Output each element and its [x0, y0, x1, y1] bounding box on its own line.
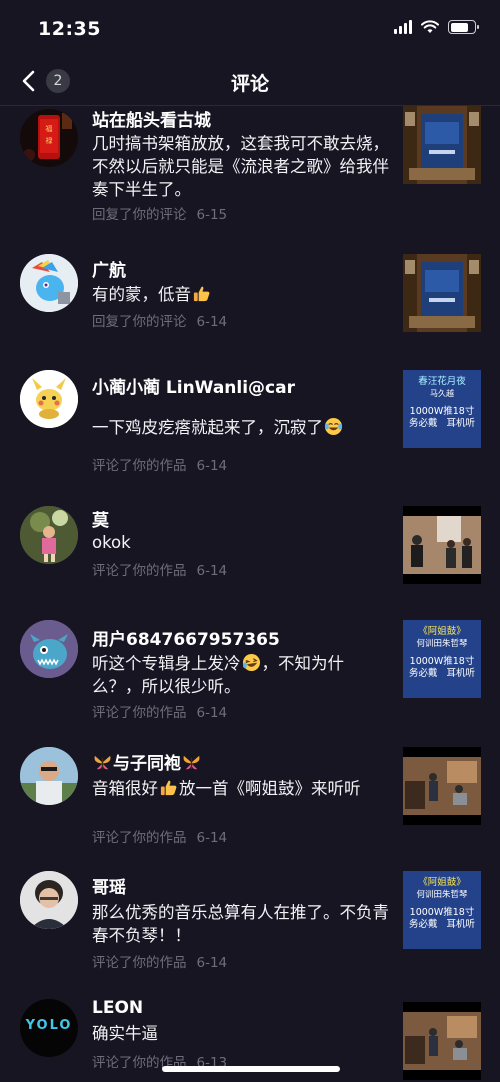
comment-item[interactable]: 莫 okok 评论了你的作品 6-14 — [0, 506, 500, 606]
child-photo-avatar-icon — [20, 506, 78, 564]
page-title: 评论 — [230, 73, 269, 95]
stage-poster-thumbnail — [403, 106, 481, 184]
avatar[interactable]: 福 禄 — [20, 109, 78, 167]
comment-text: okok — [92, 533, 131, 552]
comment-meta: 评论了你的作品 6-14 — [92, 951, 227, 971]
comment-date: 6-14 — [196, 705, 228, 721]
woman-photo-avatar-icon — [20, 871, 78, 929]
butterfly-emoji-icon — [94, 755, 111, 770]
comment-item[interactable]: 小蔺小蔺 LinWanli@car 一下鸡皮疙瘩就起来了，沉寂了 评论了你的作品… — [0, 370, 500, 480]
nav-bar: 2 评论 — [0, 56, 500, 106]
comment-meta: 评论了你的作品 6-14 — [92, 559, 227, 579]
comment-date: 6-15 — [196, 207, 228, 223]
comment-username[interactable]: 与子同袍 — [92, 749, 202, 774]
comment-text: 几时搞书架箱放放，这套我可不敢去烧，不然以后就只能是《流浪者之歌》给我伴奏下半生… — [92, 134, 389, 199]
avatar[interactable] — [20, 747, 78, 805]
comment-username[interactable]: 小蔺小蔺 LinWanli@car — [92, 373, 295, 398]
living-room-video-thumbnail — [403, 1002, 481, 1080]
comment-meta: 回复了你的评论 6-15 — [92, 203, 227, 223]
avatar[interactable] — [20, 620, 78, 678]
comment-action: 回复了你的评论 — [92, 207, 187, 223]
video-thumbnail[interactable] — [403, 747, 481, 825]
comment-action: 评论了你的作品 — [92, 458, 187, 474]
home-indicator[interactable] — [162, 1066, 340, 1072]
svg-text:福: 福 — [46, 124, 53, 133]
avatar[interactable] — [20, 871, 78, 929]
comment-meta: 回复了你的评论 6-14 — [92, 310, 227, 330]
laughing-emoji-icon — [242, 653, 260, 672]
comment-text: 一下鸡皮疙瘩就起来了，沉寂了 — [92, 416, 390, 439]
comment-date: 6-14 — [196, 563, 228, 579]
video-thumbnail[interactable]: 《阿姐鼓》 何训田朱哲琴 1000W推18寸 务必戴 耳机听 — [403, 871, 481, 949]
man-photo-avatar-icon — [20, 747, 78, 805]
yolo-avatar-text: YOLO — [25, 1018, 73, 1033]
thumbnail-poster-text: 春汪花月夜 马久越 1000W推18寸 务必戴 耳机听 — [408, 376, 476, 429]
video-thumbnail[interactable] — [403, 254, 481, 332]
avatar[interactable] — [20, 254, 78, 312]
comment-text: 确实牛逼 — [92, 1024, 158, 1043]
status-time: 12:35 — [38, 18, 101, 40]
wifi-icon — [421, 20, 439, 33]
red-lantern-avatar-icon: 福 禄 — [20, 109, 78, 167]
comment-username[interactable]: 哥瑶 — [92, 873, 126, 898]
comment-username[interactable]: 广航 — [92, 256, 126, 281]
status-icons — [394, 20, 479, 34]
battery-level — [450, 22, 468, 32]
thumbnail-poster-text: 《阿姐鼓》 何训田朱哲琴 1000W推18寸 务必戴 耳机听 — [408, 626, 476, 679]
thumbs-up-emoji-icon — [160, 780, 177, 796]
video-thumbnail[interactable]: 春汪花月夜 马久越 1000W推18寸 务必戴 耳机听 — [403, 370, 481, 448]
comment-text: 音箱很好 放一首《啊姐鼓》来听听 — [92, 779, 361, 798]
comment-action: 回复了你的评论 — [92, 314, 187, 330]
battery-icon — [448, 20, 479, 34]
people-video-thumbnail — [403, 506, 481, 584]
avatar[interactable] — [20, 370, 78, 428]
status-bar: 12:35 — [0, 0, 500, 56]
comment-date: 6-14 — [196, 830, 228, 846]
living-room-video-thumbnail — [403, 747, 481, 825]
comment-action: 评论了你的作品 — [92, 705, 187, 721]
pony-avatar-icon — [20, 254, 78, 312]
comment-meta: 评论了你的作品 6-14 — [92, 454, 227, 474]
butterfly-emoji-icon — [183, 755, 200, 770]
comment-meta: 评论了你的作品 6-14 — [92, 701, 227, 721]
avatar[interactable] — [20, 506, 78, 564]
comment-username[interactable]: 站在船头看古城 — [92, 106, 211, 131]
video-thumbnail[interactable] — [403, 106, 481, 184]
comment-text: 听这个专辑身上发冷 ，不知为什么？，所以很少听。 — [92, 652, 390, 698]
cellular-signal-icon — [394, 20, 412, 34]
comment-username[interactable]: 用户6847667957365 — [92, 625, 280, 650]
comment-item[interactable]: 福 禄 站在船头看古城 几时搞书架箱放放，这套我可不敢去烧，不然以后就只能是《流… — [0, 106, 500, 236]
comment-item[interactable]: 与子同袍 音箱很好 放一首《啊姐鼓》来听听 评论了你的作品 6-14 — [0, 747, 500, 857]
thumbnail-poster-text: 《阿姐鼓》 何训田朱哲琴 1000W推18寸 务必戴 耳机听 — [408, 877, 476, 930]
avatar[interactable]: YOLO — [20, 999, 78, 1057]
comment-text: 那么优秀的音乐总算有人在推了。不负青春不负琴！！ — [92, 903, 389, 945]
video-thumbnail[interactable] — [403, 1002, 481, 1080]
thumbs-up-emoji-icon — [193, 286, 210, 302]
comment-item[interactable]: 用户6847667957365 听这个专辑身上发冷 ，不知为什么？，所以很少听。 … — [0, 620, 500, 730]
comment-text: 有的蒙，低音 — [92, 283, 390, 306]
comment-action: 评论了你的作品 — [92, 955, 187, 971]
video-thumbnail[interactable] — [403, 506, 481, 584]
comment-action: 评论了你的作品 — [92, 830, 187, 846]
monster-avatar-icon — [20, 620, 78, 678]
comment-list[interactable]: 福 禄 站在船头看古城 几时搞书架箱放放，这套我可不敢去烧，不然以后就只能是《流… — [0, 106, 500, 1082]
comment-item[interactable]: 哥瑶 那么优秀的音乐总算有人在推了。不负青春不负琴！！ 评论了你的作品 6-14 … — [0, 871, 500, 981]
comment-action: 评论了你的作品 — [92, 563, 187, 579]
video-thumbnail[interactable]: 《阿姐鼓》 何训田朱哲琴 1000W推18寸 务必戴 耳机听 — [403, 620, 481, 698]
stage-poster-thumbnail — [403, 254, 481, 332]
pikachu-avatar-icon — [20, 370, 78, 428]
comment-meta: 评论了你的作品 6-14 — [92, 826, 227, 846]
comment-date: 6-14 — [196, 458, 228, 474]
comment-username[interactable]: 莫 — [92, 506, 109, 531]
comment-item[interactable]: 广航 有的蒙，低音 回复了你的评论 6-14 — [0, 254, 500, 354]
tears-of-joy-emoji-icon — [324, 417, 343, 436]
comment-username[interactable]: LEON — [92, 998, 143, 1018]
comment-date: 6-14 — [196, 314, 228, 330]
comment-date: 6-14 — [196, 955, 228, 971]
svg-text:禄: 禄 — [46, 136, 53, 145]
